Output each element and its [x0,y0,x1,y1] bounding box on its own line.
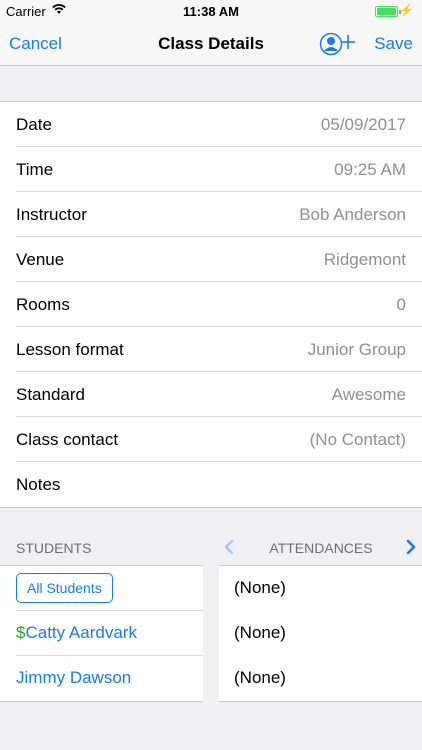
student-row[interactable]: Jimmy Dawson [0,656,203,701]
detail-value: 05/09/2017 [320,115,406,134]
attendance-value: (None) [234,668,286,687]
battery-fill [377,8,396,15]
detail-label: Time [16,160,54,179]
detail-value: (No Contact) [309,430,406,449]
detail-row-notes[interactable]: Notes [0,462,422,507]
detail-row-lesson-format[interactable]: Lesson format Junior Group [0,327,422,372]
student-name[interactable]: Jimmy Dawson [16,668,131,688]
detail-value: Junior Group [307,340,406,359]
detail-label: Rooms [16,295,70,314]
all-students-button[interactable]: All Students [16,573,113,603]
student-name[interactable]: $Catty Aardvark [16,623,137,643]
detail-value: 09:25 AM [334,160,406,179]
page-title: Class Details [158,34,264,53]
detail-row-class-contact[interactable]: Class contact (No Contact) [0,417,422,462]
class-details-list: Date 05/09/2017 Time 09:25 AM Instructor… [0,101,422,508]
save-button[interactable]: Save [374,34,413,54]
detail-label: Notes [16,475,61,494]
detail-label: Instructor [16,205,87,224]
chevron-right-icon[interactable] [401,534,421,560]
battery-icon [375,6,401,17]
attendance-value: (None) [234,578,286,597]
attendance-cell[interactable]: (None) [219,566,422,611]
attendance-value: (None) [234,623,286,642]
detail-value: Bob Anderson [299,205,406,224]
students-list: All Students $Catty Aardvark Jimmy Dawso… [0,565,203,702]
attendances-list: (None) (None) (None) [219,565,422,702]
navigation-bar: Cancel Class Details Save [0,22,422,66]
add-contact-icon[interactable] [319,30,357,58]
detail-row-standard[interactable]: Standard Awesome [0,372,422,417]
detail-label: Lesson format [16,340,124,359]
detail-value: 0 [396,295,406,314]
status-time: 11:38 AM [183,4,239,19]
student-row[interactable]: $Catty Aardvark [0,611,203,656]
detail-label: Venue [16,250,65,269]
detail-label: Standard [16,385,85,404]
detail-row-time[interactable]: Time 09:25 AM [0,147,422,192]
attendance-cell[interactable]: (None) [219,656,422,701]
status-bar: Carrier 11:38 AM ⚡ [0,0,422,22]
list-item: All Students [0,566,203,611]
attendance-cell[interactable]: (None) [219,611,422,656]
detail-label: Date [16,115,52,134]
detail-row-date[interactable]: Date 05/09/2017 [0,102,422,147]
detail-row-rooms[interactable]: Rooms 0 [0,282,422,327]
student-name-text: Catty Aardvark [25,623,137,642]
student-name-text: Jimmy Dawson [16,668,132,687]
detail-row-instructor[interactable]: Instructor Bob Anderson [0,192,422,237]
detail-value: Awesome [331,385,406,404]
detail-row-venue[interactable]: Venue Ridgemont [0,237,422,282]
charging-bolt-icon: ⚡ [399,3,414,17]
detail-label: Class contact [16,430,119,449]
detail-value: Ridgemont [323,250,406,269]
